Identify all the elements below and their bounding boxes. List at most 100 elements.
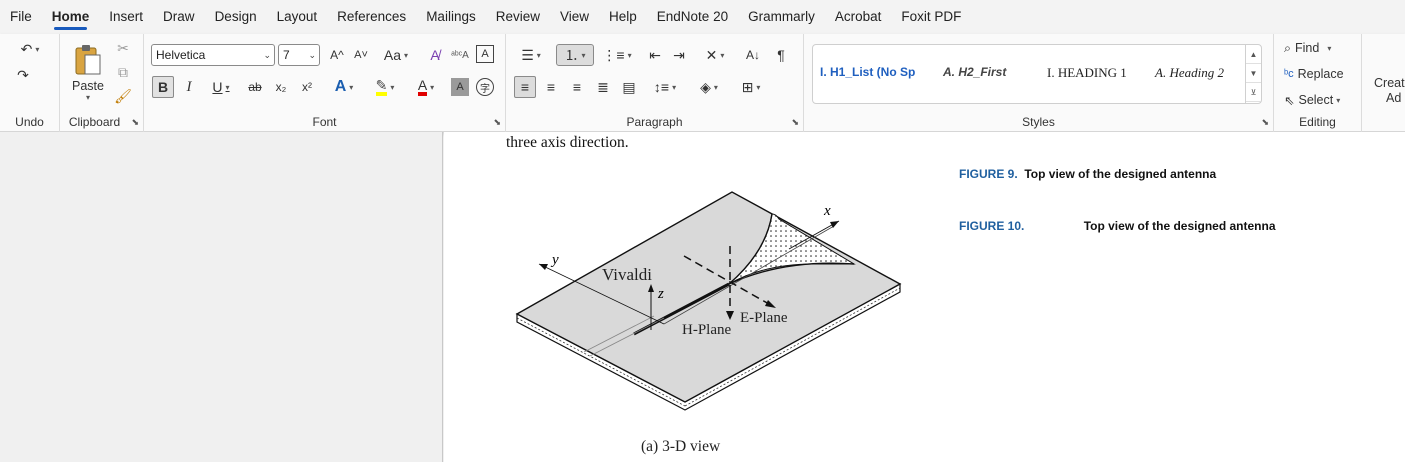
dialog-launcher-icon[interactable]: ⬊ (1261, 117, 1269, 128)
borders-button[interactable]: ⊞ ▾ (734, 76, 768, 98)
grow-font-button[interactable]: A^ (326, 44, 348, 66)
group-label-undo: Undo (15, 115, 44, 129)
antenna-3d-figure: x y z Vivaldi H-Plane E-Plane (515, 191, 902, 411)
chevron-up-icon[interactable]: ▲ (1246, 45, 1261, 64)
format-painter-button[interactable]: 🖌 (112, 86, 134, 106)
character-shading-button[interactable]: A (451, 78, 469, 96)
shrink-font-button[interactable]: A˅ (350, 44, 372, 66)
tab-acrobat[interactable]: Acrobat (825, 0, 892, 34)
change-case-button[interactable]: Aa ▾ (378, 44, 414, 66)
tab-help[interactable]: Help (599, 0, 647, 34)
tab-mailings[interactable]: Mailings (416, 0, 486, 34)
text-effects-phonetic-button[interactable]: ᵃᵇᶜA (449, 44, 471, 66)
replace-button[interactable]: ᵇc Replace (1284, 64, 1358, 84)
font-color-button[interactable]: A ▾ (410, 76, 442, 98)
line-spacing-button[interactable]: ↕≡ ▾ (648, 76, 682, 98)
bullets-button[interactable]: ☰ ▾ (514, 44, 548, 66)
document-page[interactable]: three axis direction. FIGURE 9. Top view… (444, 132, 1405, 462)
tab-home[interactable]: Home (42, 0, 100, 34)
chevron-down-icon: ▾ (349, 82, 354, 92)
style-heading-1[interactable]: I. HEADING 1 (1047, 65, 1127, 81)
dialog-launcher-icon[interactable]: ⬊ (493, 117, 501, 128)
group-label-font: Font (312, 115, 337, 129)
tab-insert[interactable]: Insert (99, 0, 153, 34)
align-left-button[interactable]: ≡ (514, 76, 536, 98)
chevron-down-icon: ▾ (1336, 95, 1341, 105)
chevron-down-icon: ▾ (720, 50, 725, 60)
font-size-value: 7 (283, 48, 290, 62)
italic-icon: I (186, 78, 192, 95)
tab-draw[interactable]: Draw (153, 0, 205, 34)
align-center-button[interactable]: ≡ (540, 76, 562, 98)
dialog-launcher-icon[interactable]: ⬊ (131, 117, 139, 128)
tab-review[interactable]: Review (486, 0, 550, 34)
font-size-select[interactable]: 7 ⌄ (278, 44, 320, 66)
chevron-down-icon: ▾ (430, 82, 435, 92)
chevron-down-icon: ▾ (1327, 43, 1332, 53)
highlight-color-button[interactable]: ✎ ▾ (368, 76, 402, 98)
undo-icon: ↶ (20, 40, 33, 57)
italic-button[interactable]: I (178, 76, 200, 98)
font-family-select[interactable]: Helvetica ⌄ (151, 44, 275, 66)
style-heading-2[interactable]: A. Heading 2 (1155, 65, 1224, 81)
align-right-button[interactable]: ≡ (566, 76, 588, 98)
distributed-button[interactable]: ▤ (618, 76, 640, 98)
multilevel-list-button[interactable]: ⋮≡ ▾ (600, 44, 634, 66)
tab-endnote-20[interactable]: EndNote 20 (647, 0, 738, 34)
decrease-indent-button[interactable]: ⇤ (644, 44, 666, 66)
enclose-characters-button[interactable]: 字 (476, 78, 494, 96)
select-button[interactable]: ⇖ Select ▾ (1284, 90, 1358, 110)
strikethrough-icon: ab (248, 80, 262, 94)
redo-button[interactable]: ↷ (12, 64, 34, 86)
dialog-launcher-icon[interactable]: ⬊ (791, 117, 799, 128)
style-h1-list[interactable]: I. H1_List (No Sp (820, 65, 915, 79)
e-plane-label: E-Plane (740, 310, 788, 326)
show-formatting-marks-button[interactable]: ¶ (770, 44, 792, 66)
chevron-down-icon: ▾ (390, 82, 395, 92)
tab-layout[interactable]: Layout (267, 0, 328, 34)
ribbon: ↶ ▾ ↷ Undo Paste ▾ ✂ ⧉ 🖌 Clipboard ⬊ Helv… (0, 34, 1405, 132)
figure-subcaption: (a) 3-D view (641, 438, 721, 455)
bold-button[interactable]: B (152, 76, 174, 98)
tab-design[interactable]: Design (205, 0, 267, 34)
more-styles-icon[interactable]: ⊻ (1246, 83, 1261, 102)
chevron-down-icon: ▾ (756, 82, 761, 92)
group-label-styles: Styles (1022, 115, 1055, 129)
increase-indent-button[interactable]: ⇥ (668, 44, 690, 66)
tab-file[interactable]: File (0, 0, 42, 34)
clear-formatting-button[interactable]: A̸ (424, 44, 446, 66)
board-top (515, 191, 902, 403)
asian-layout-button[interactable]: ✕ ▾ (698, 44, 732, 66)
character-border-icon: A (481, 48, 489, 60)
bullet-list-icon: ☰ (521, 46, 534, 63)
sort-icon: A↓ (745, 48, 760, 62)
justify-button[interactable]: ≣ (592, 76, 614, 98)
chevron-down-icon[interactable]: ▼ (1246, 64, 1261, 83)
superscript-button[interactable]: x² (296, 76, 318, 98)
create-adobe-pdf-button[interactable]: Create Ad (1366, 74, 1405, 108)
underline-button[interactable]: U ▾ (204, 76, 238, 98)
tab-grammarly[interactable]: Grammarly (738, 0, 825, 34)
text-effects-button[interactable]: A ▾ (328, 76, 360, 98)
tab-references[interactable]: References (327, 0, 416, 34)
paste-button[interactable]: Paste ▾ (68, 38, 108, 106)
chevron-down-icon: ⌄ (263, 50, 271, 60)
copy-icon: ⧉ (118, 63, 128, 80)
sort-button[interactable]: A↓ (742, 44, 764, 66)
find-button[interactable]: ⌕ Find ▾ (1284, 38, 1354, 58)
numbering-button[interactable]: ⒈ ▾ (556, 44, 594, 66)
subscript-button[interactable]: x₂ (270, 76, 292, 98)
shading-button[interactable]: ◈ ▾ (692, 76, 726, 98)
chevron-down-icon: ▾ (672, 82, 677, 92)
strikethrough-button[interactable]: ab (244, 76, 266, 98)
style-h2-first[interactable]: A. H2_First (943, 65, 1006, 79)
copy-button[interactable]: ⧉ (112, 62, 134, 82)
character-shading-icon: A (456, 81, 464, 93)
create-label-2: Ad (1386, 91, 1402, 105)
text-effects-icon: A (334, 78, 347, 95)
cut-button[interactable]: ✂ (112, 38, 134, 58)
character-border-button[interactable]: A (476, 45, 494, 63)
tab-foxit-pdf[interactable]: Foxit PDF (891, 0, 971, 34)
tab-view[interactable]: View (550, 0, 599, 34)
undo-button[interactable]: ↶ ▾ (12, 38, 48, 60)
